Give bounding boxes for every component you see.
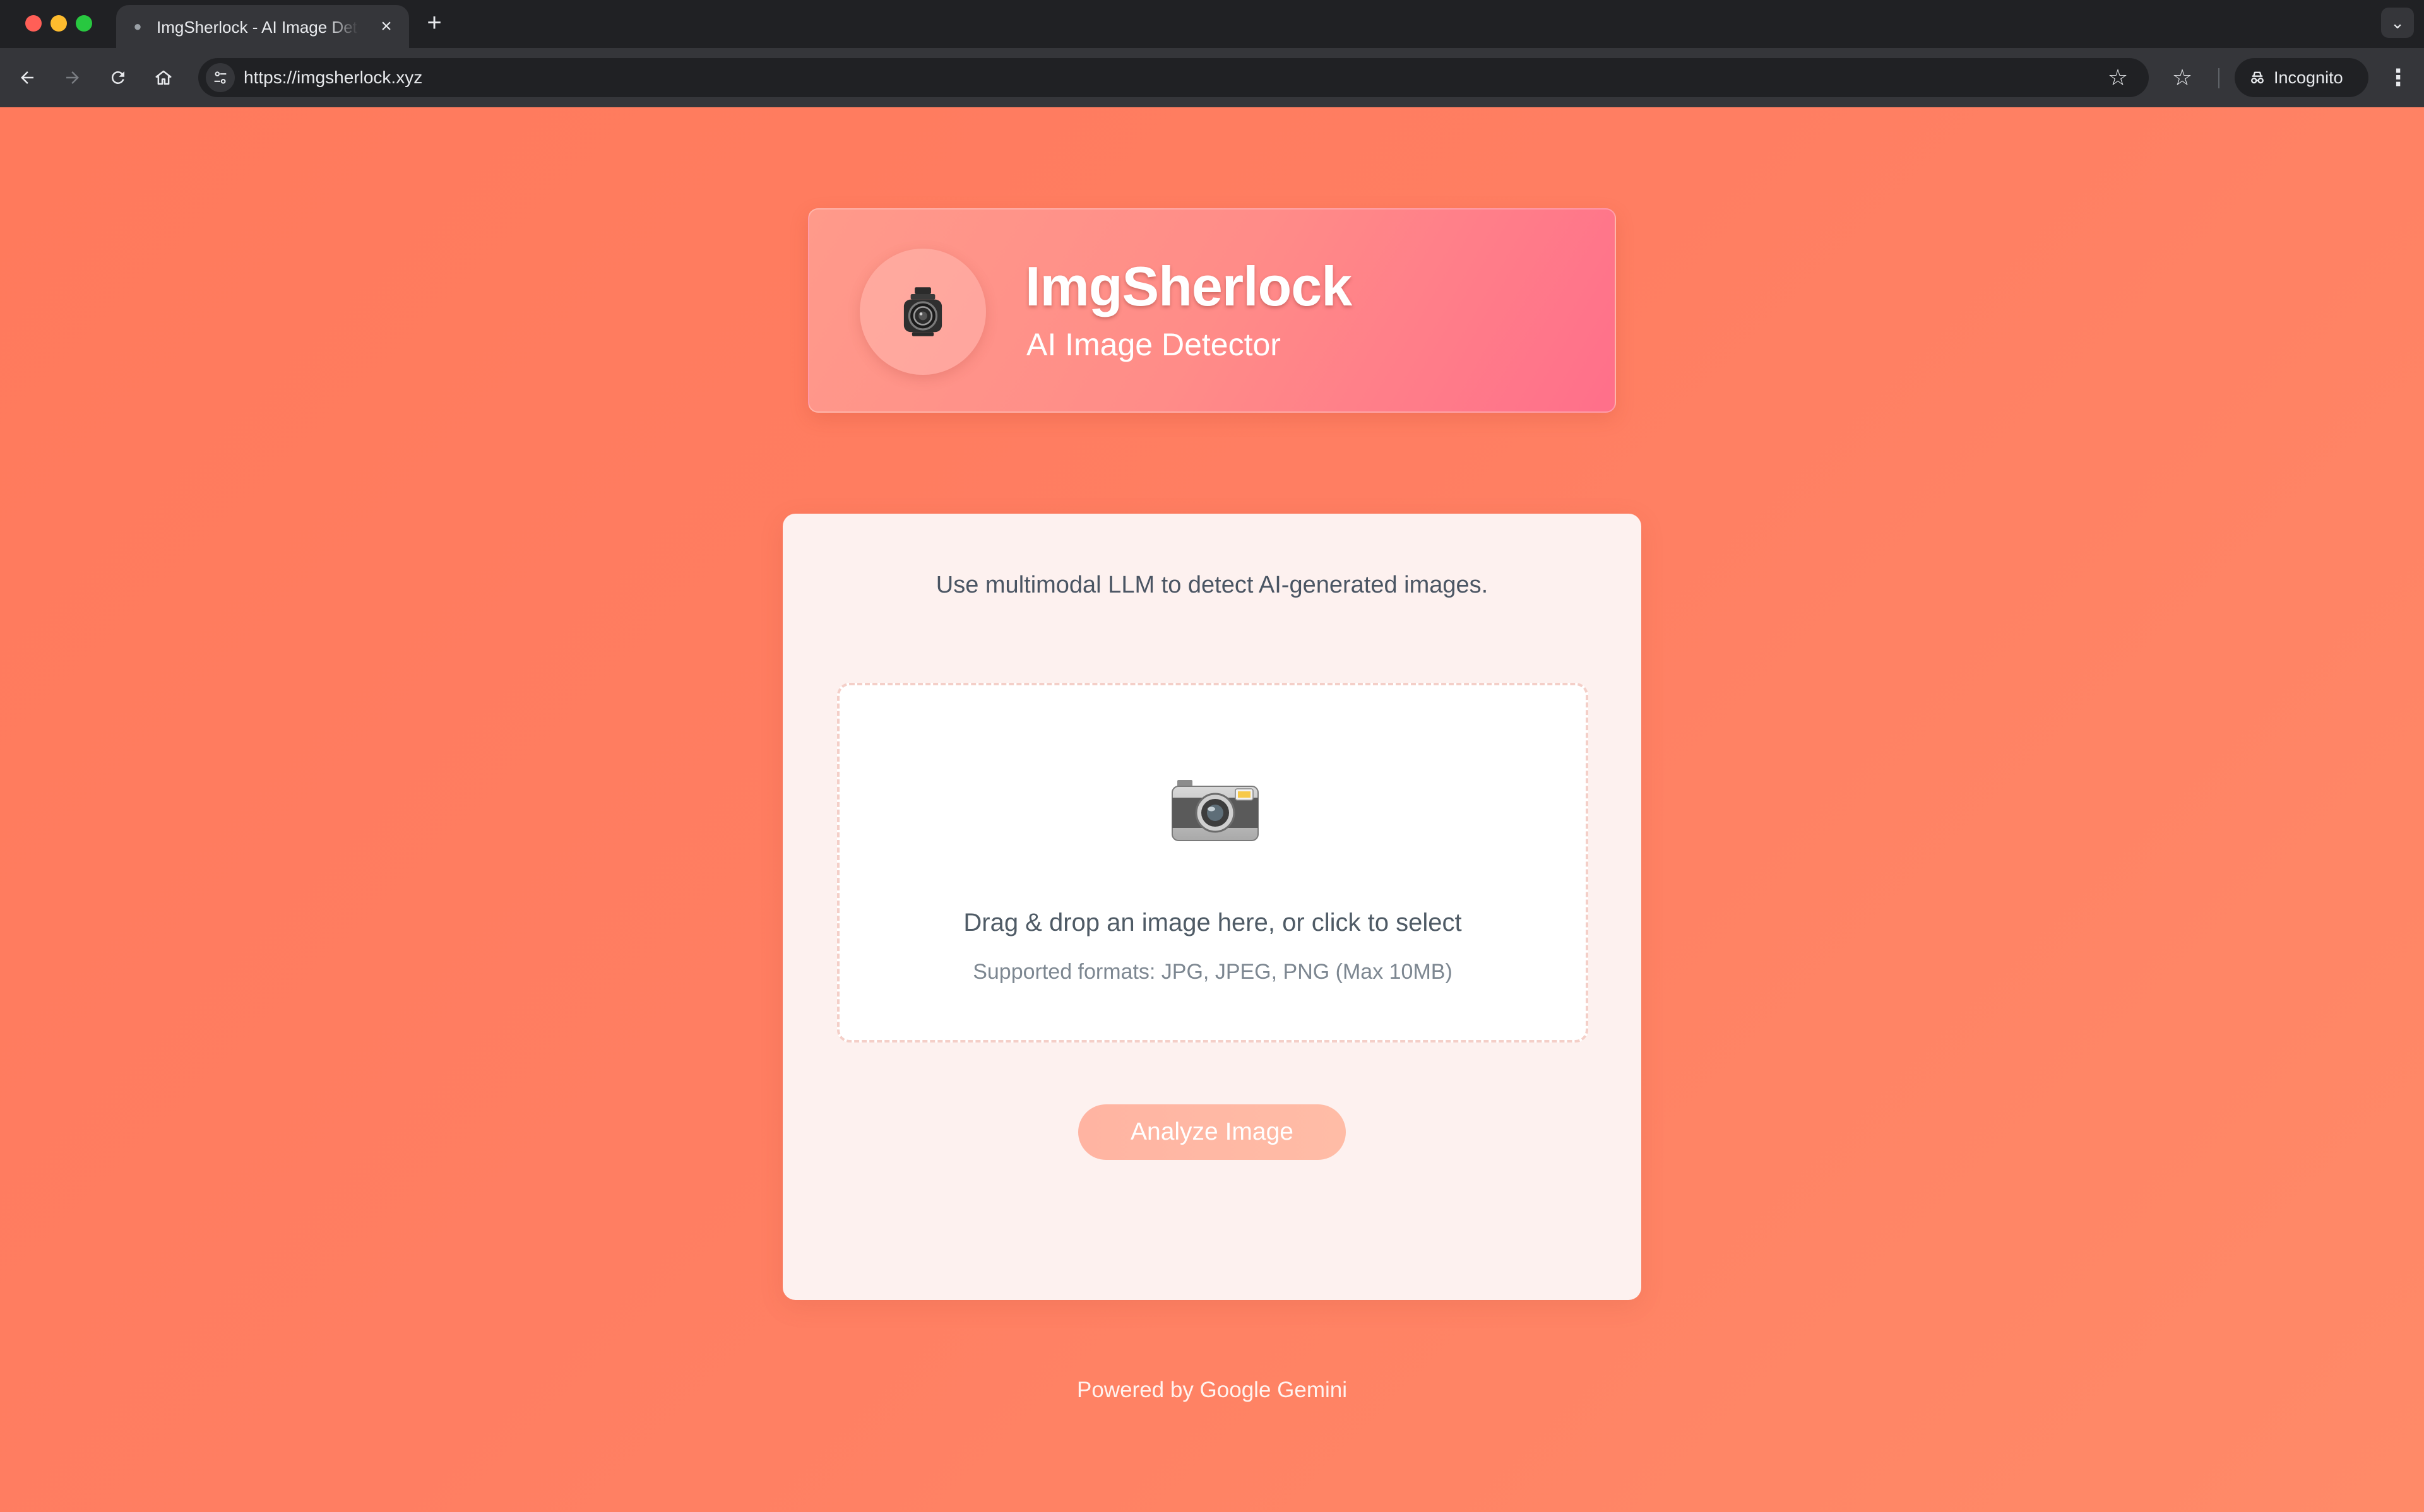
arrow-right-icon[interactable]	[57, 62, 88, 93]
logo	[860, 249, 986, 375]
star-icon[interactable]: ☆	[2106, 66, 2130, 90]
close-window-button[interactable]	[25, 15, 42, 32]
dropzone-title: Drag & drop an image here, or click to s…	[963, 909, 1462, 936]
tab-strip: ● ImgSherlock - AI Image Detector × + ⌄	[0, 0, 2424, 48]
arrow-left-icon[interactable]	[11, 62, 43, 93]
url-text[interactable]: https://imgsherlock.xyz	[244, 67, 422, 88]
vintage-camera-icon	[903, 287, 942, 336]
star-list-icon[interactable]: ☆	[2166, 62, 2198, 93]
dropzone-formats: Supported formats: JPG, JPEG, PNG (Max 1…	[973, 960, 1453, 984]
plus-icon[interactable]: +	[420, 9, 448, 37]
tune-icon[interactable]	[206, 63, 235, 92]
incognito-label: Incognito	[2274, 68, 2343, 87]
minimize-window-button[interactable]	[50, 15, 67, 32]
tab-imgsherlock[interactable]: ● ImgSherlock - AI Image Detector ×	[116, 5, 409, 48]
brand-subtitle: AI Image Detector	[1026, 327, 1281, 362]
reload-icon[interactable]	[102, 62, 134, 93]
header-card: ImgSherlock AI Image Detector	[808, 208, 1616, 413]
close-icon[interactable]: ×	[375, 15, 398, 38]
toolbar: https://imgsherlock.xyz ☆ ☆ Incognito ⋮	[0, 48, 2424, 107]
address-bar[interactable]: https://imgsherlock.xyz ☆	[198, 58, 2149, 97]
maximize-window-button[interactable]	[76, 15, 92, 32]
main-card: Use multimodal LLM to detect AI-generate…	[783, 514, 1641, 1300]
footer-text: Powered by Google Gemini	[1077, 1378, 1347, 1402]
tab-title: ImgSherlock - AI Image Detector	[157, 18, 359, 37]
incognito-icon	[2251, 71, 2264, 84]
chevron-down-icon[interactable]: ⌄	[2381, 8, 2414, 38]
page-viewport: ImgSherlock AI Image Detector Use multim…	[0, 107, 2424, 1512]
camera-icon	[1172, 780, 1259, 841]
brand-title: ImgSherlock	[1025, 255, 1352, 317]
home-icon[interactable]	[148, 62, 179, 93]
image-dropzone[interactable]: Drag & drop an image here, or click to s…	[837, 683, 1588, 1042]
toolbar-divider	[2218, 68, 2219, 88]
browser-chrome: ● ImgSherlock - AI Image Detector × + ⌄	[0, 0, 2424, 107]
incognito-badge[interactable]: Incognito	[2235, 58, 2368, 97]
analyze-image-button[interactable]: Analyze Image	[1078, 1104, 1346, 1160]
favicon-icon: ●	[133, 18, 142, 34]
intro-text: Use multimodal LLM to detect AI-generate…	[936, 572, 1488, 598]
kebab-icon[interactable]: ⋮	[2382, 62, 2414, 93]
